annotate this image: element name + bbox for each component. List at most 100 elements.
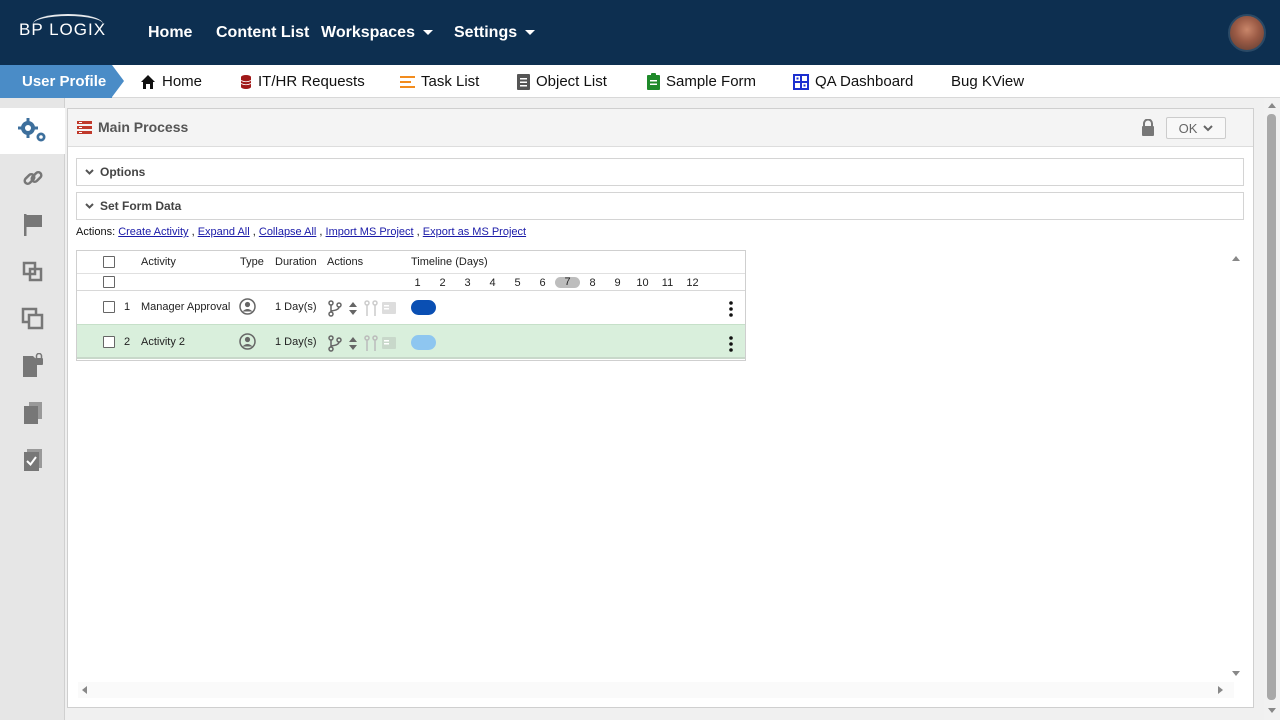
connector-icon — [364, 335, 378, 355]
timeline-day: 3 — [464, 277, 471, 289]
link-icon[interactable] — [0, 155, 65, 201]
import-ms-project-link[interactable]: Import MS Project — [326, 226, 414, 238]
card-icon — [382, 302, 396, 317]
select-all-checkbox[interactable] — [103, 256, 115, 268]
panel-title: Main Process — [98, 119, 189, 135]
horizontal-scrollbar[interactable] — [78, 682, 1234, 698]
panel-header: Main Process OK — [68, 109, 1253, 147]
scroll-up-arrow[interactable] — [1268, 103, 1276, 108]
tab-bug-kview[interactable]: Bug KView — [951, 65, 1024, 98]
clipboard-icon — [647, 73, 660, 90]
flag-icon[interactable] — [0, 202, 65, 248]
header-type: Type — [240, 256, 264, 268]
options-section[interactable]: Options — [76, 158, 1244, 186]
tab-sample-form[interactable]: Sample Form — [647, 65, 756, 98]
dashboard-grid-icon — [793, 73, 809, 90]
select-checkbox[interactable] — [103, 276, 115, 288]
chevron-down-icon — [1203, 124, 1214, 131]
branch-icon[interactable] — [328, 300, 342, 320]
header-activity: Activity — [141, 256, 176, 268]
table-row[interactable]: 1 Manager Approval 1 Day(s) — [77, 291, 745, 326]
avatar[interactable] — [1228, 14, 1266, 52]
user-icon — [239, 333, 256, 353]
documents-icon[interactable] — [0, 390, 65, 436]
lock-icon[interactable] — [1141, 118, 1155, 141]
grid-header: Activity Type Duration Actions Timeline … — [77, 251, 745, 273]
timeline-day: 9 — [614, 277, 621, 289]
timeline-day: 10 — [636, 277, 649, 289]
more-vertical-icon[interactable] — [729, 301, 733, 320]
timeline-day: 2 — [439, 277, 446, 289]
scroll-down-arrow[interactable] — [1232, 671, 1240, 676]
more-vertical-icon[interactable] — [729, 336, 733, 355]
locked-document-icon[interactable] — [0, 343, 65, 389]
nav-settings[interactable]: Settings — [454, 0, 536, 65]
process-icon — [77, 121, 92, 139]
timeline-day: 6 — [539, 277, 546, 289]
tab-object-list[interactable]: Object List — [517, 65, 607, 98]
table-row[interactable]: 2 Activity 2 1 Day(s) — [77, 324, 745, 359]
document-icon — [517, 73, 530, 90]
tab-user-profile[interactable]: User Profile — [0, 65, 124, 98]
left-sidebar — [0, 98, 65, 720]
timeline-day: 11 — [661, 277, 674, 289]
set-form-data-section[interactable]: Set Form Data — [76, 192, 1244, 220]
copy-squares-icon[interactable] — [0, 296, 65, 342]
timeline-day-header: 1 2 3 4 5 6 7 8 9 10 11 12 — [77, 273, 745, 291]
house-icon — [140, 74, 156, 90]
tab-qa-dashboard[interactable]: QA Dashboard — [793, 65, 913, 98]
bp-logix-logo[interactable]: BP LOGIX — [19, 14, 106, 40]
row-number: 2 — [124, 336, 131, 348]
gears-icon[interactable] — [0, 108, 65, 154]
connector-icon — [364, 300, 378, 320]
activity-name[interactable]: Manager Approval — [141, 301, 230, 313]
duration: 1 Day(s) — [275, 301, 317, 313]
activity-name[interactable]: Activity 2 — [141, 336, 185, 348]
task-lines-icon — [400, 75, 415, 89]
database-icon — [240, 74, 252, 90]
timeline-day: 4 — [489, 277, 496, 289]
checked-document-icon[interactable] — [0, 437, 65, 483]
export-ms-project-link[interactable]: Export as MS Project — [423, 226, 526, 238]
create-activity-link[interactable]: Create Activity — [118, 226, 188, 238]
duration: 1 Day(s) — [275, 336, 317, 348]
sort-arrows-icon[interactable] — [348, 336, 358, 354]
chevron-down-icon — [422, 30, 433, 35]
header-actions: Actions — [327, 256, 364, 268]
timeline-bar[interactable] — [411, 335, 436, 350]
scroll-left-arrow[interactable] — [82, 686, 87, 694]
activity-grid: Activity Type Duration Actions Timeline … — [76, 250, 746, 361]
timeline-day: 5 — [514, 277, 521, 289]
nav-workspaces[interactable]: Workspaces — [321, 0, 433, 65]
user-icon — [239, 298, 256, 318]
nav-home[interactable]: Home — [148, 0, 192, 65]
expand-all-link[interactable]: Expand All — [198, 226, 250, 238]
row-checkbox[interactable] — [103, 336, 115, 348]
sort-arrows-icon[interactable] — [348, 301, 358, 319]
card-icon — [382, 337, 396, 352]
tab-ithr-requests[interactable]: IT/HR Requests — [240, 65, 365, 98]
scroll-right-arrow[interactable] — [1218, 686, 1223, 694]
row-checkbox[interactable] — [103, 301, 115, 313]
ok-button[interactable]: OK — [1166, 117, 1226, 139]
header-timeline: Timeline (Days) — [411, 256, 488, 268]
tab-task-list[interactable]: Task List — [400, 65, 479, 98]
header-duration: Duration — [275, 256, 317, 268]
main-process-panel: Main Process OK Options Set Form Data Ac… — [67, 108, 1254, 708]
timeline-day: 8 — [589, 277, 596, 289]
tab-home[interactable]: Home — [140, 65, 202, 98]
nested-squares-icon[interactable] — [0, 249, 65, 295]
chevron-down-icon — [85, 203, 94, 209]
shortcut-bar: User Profile Home IT/HR Requests Task Li… — [0, 65, 1280, 98]
window-vertical-scrollbar[interactable] — [1264, 98, 1280, 720]
scroll-down-arrow[interactable] — [1268, 708, 1276, 713]
timeline-day: 1 — [414, 277, 421, 289]
scroll-up-arrow[interactable] — [1232, 256, 1240, 261]
scrollbar-thumb[interactable] — [1267, 114, 1276, 700]
timeline-bar[interactable] — [411, 300, 436, 315]
nav-content-list[interactable]: Content List — [216, 0, 309, 65]
timeline-day: 12 — [686, 277, 699, 289]
collapse-all-link[interactable]: Collapse All — [259, 226, 316, 238]
branch-icon[interactable] — [328, 335, 342, 355]
top-navbar: BP LOGIX Home Content List Workspaces Se… — [0, 0, 1280, 65]
